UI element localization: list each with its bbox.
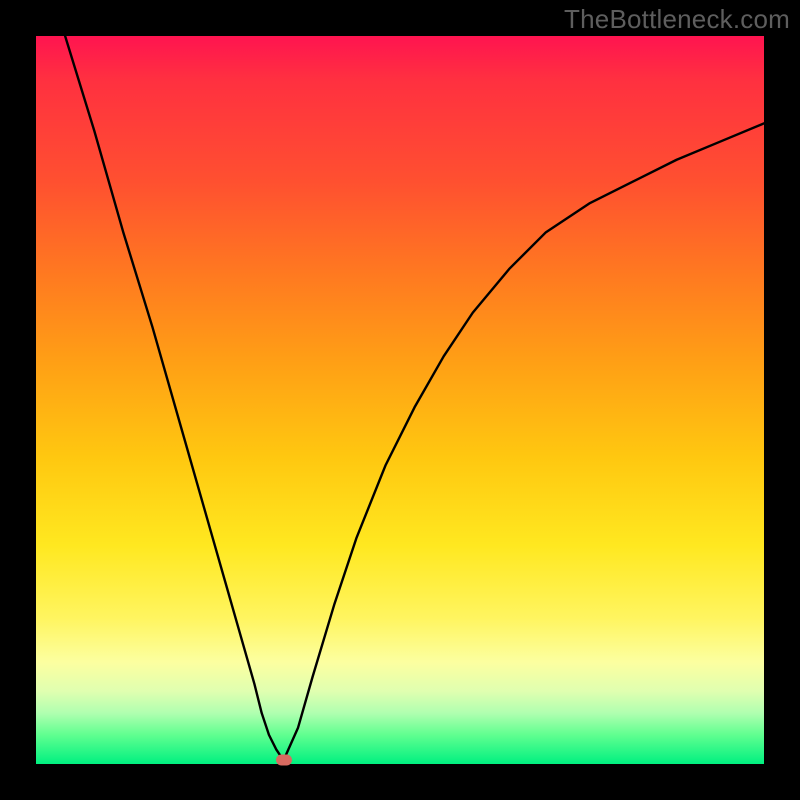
plot-area bbox=[36, 36, 764, 764]
watermark-text: TheBottleneck.com bbox=[564, 4, 790, 35]
curve-path bbox=[65, 36, 764, 760]
optimal-marker bbox=[276, 755, 292, 766]
chart-frame: TheBottleneck.com bbox=[0, 0, 800, 800]
bottleneck-curve bbox=[36, 36, 764, 764]
